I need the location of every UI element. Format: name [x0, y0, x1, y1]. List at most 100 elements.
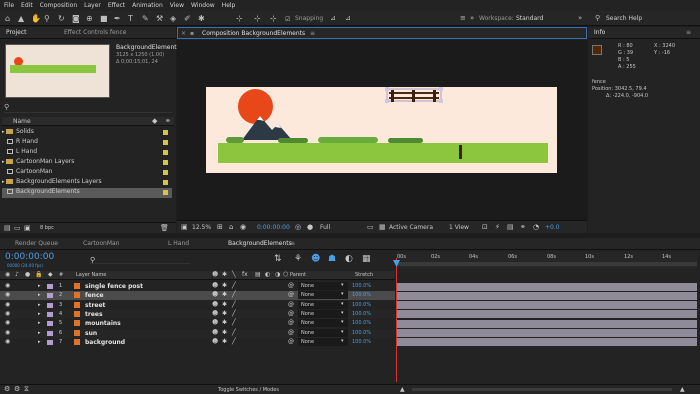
comp-mini-flowchart-icon[interactable]: ⇅	[274, 254, 282, 264]
expand-arrow-icon[interactable]: ▸	[38, 292, 41, 298]
reset-exposure-icon[interactable]: ◔	[533, 223, 539, 231]
shy-switch-icon[interactable]: ☻	[212, 338, 218, 345]
bpc-label[interactable]: 8 bpc	[40, 225, 54, 231]
layer-name[interactable]: fence	[85, 292, 104, 299]
lock-column-icon[interactable]: 🔒	[35, 271, 42, 278]
search-icon[interactable]: ⚲	[595, 14, 600, 23]
quality-column-icon[interactable]: ╲	[232, 271, 236, 278]
column-layer-name[interactable]: Layer Name	[76, 272, 106, 278]
motion-blur-column-icon[interactable]: ◐	[265, 271, 270, 278]
frame-blending-icon[interactable]: ☗	[328, 254, 336, 264]
exposure-value[interactable]: +0.0	[545, 224, 560, 231]
shy-column-icon[interactable]: ☻	[212, 271, 218, 278]
time-ruler[interactable]: 00s 02s 04s 06s 08s 10s 12s 14s	[397, 252, 697, 268]
quality-switch-icon[interactable]: ╱	[232, 310, 236, 317]
stretch-value[interactable]: 100.0%	[352, 320, 371, 326]
layer-label-color[interactable]	[47, 302, 53, 308]
shy-switch-icon[interactable]: ☻	[212, 329, 218, 336]
eye-icon[interactable]: ◉	[5, 301, 10, 308]
axis-view-icon[interactable]: ⊹	[270, 14, 277, 23]
camera-snapshot-icon[interactable]: ◎	[295, 223, 301, 231]
type-column-icon[interactable]: ⚭	[165, 117, 171, 125]
star-switch-icon[interactable]: ✱	[222, 329, 227, 336]
stretch-value[interactable]: 100.0%	[352, 283, 371, 289]
label-swatch[interactable]	[163, 130, 168, 135]
layer-label-color[interactable]	[47, 321, 53, 327]
label-swatch[interactable]	[163, 180, 168, 185]
hand-tool-icon[interactable]: ✋	[31, 14, 41, 23]
expand-arrow-icon[interactable]: ▸	[38, 311, 41, 317]
zoom-out-icon[interactable]: ▲	[400, 386, 405, 393]
region-of-interest-icon[interactable]: ▭	[367, 223, 374, 231]
always-preview-icon[interactable]: ▣	[181, 223, 188, 231]
label-swatch[interactable]	[163, 190, 168, 195]
layer-duration-bar[interactable]	[397, 282, 697, 291]
snapping-checkbox-icon[interactable]: ☑	[285, 15, 290, 24]
workspace-select[interactable]: Standard	[516, 15, 543, 22]
eye-icon[interactable]: ◉	[5, 291, 10, 298]
eye-icon[interactable]: ◉	[5, 338, 10, 345]
zoom-select[interactable]: 12.5%	[192, 224, 211, 231]
label-column-icon[interactable]: ◆	[152, 117, 157, 125]
expand-arrow-icon[interactable]: ▸	[38, 302, 41, 308]
layer-name[interactable]: sun	[85, 330, 97, 337]
project-item-solids[interactable]: ▸ Solids	[2, 128, 172, 138]
stretch-value[interactable]: 100.0%	[352, 311, 371, 317]
layer-switches-icon[interactable]: ⚙	[4, 385, 10, 393]
panel-menu-icon[interactable]: ≡	[310, 30, 315, 37]
tab-info[interactable]: Info	[594, 29, 605, 36]
resolution-select[interactable]: Full	[320, 224, 330, 231]
quality-switch-icon[interactable]: ╱	[232, 282, 236, 289]
layer-row[interactable]: ◉ ▸ 4 trees ☻ ✱ ╱ @ None ▾ 100.0%	[0, 309, 395, 319]
label-swatch[interactable]	[163, 160, 168, 165]
column-parent[interactable]: Parent	[290, 272, 306, 278]
label-swatch[interactable]	[163, 140, 168, 145]
stretch-value[interactable]: 100.0%	[352, 302, 371, 308]
graph-editor-icon[interactable]: ▦	[362, 254, 371, 264]
flowchart-icon[interactable]: ⚭	[520, 223, 526, 231]
tab-l-hand[interactable]: L Hand	[168, 240, 189, 247]
eye-icon[interactable]: ◉	[5, 310, 10, 317]
quality-switch-icon[interactable]: ╱	[232, 319, 236, 326]
layer-label-color[interactable]	[47, 293, 53, 299]
shy-switch-icon[interactable]: ☻	[212, 301, 218, 308]
project-item-l-hand[interactable]: L Hand	[2, 148, 172, 158]
layer-duration-bar[interactable]	[397, 301, 697, 310]
clone-stamp-icon[interactable]: ⚒	[156, 14, 163, 23]
project-search-input[interactable]: ⚲	[4, 103, 172, 113]
layer-name[interactable]: mountains	[85, 320, 121, 327]
shy-switch-icon[interactable]: ☻	[212, 319, 218, 326]
layer-row[interactable]: ◉ ▸ 6 sun ☻ ✱ ╱ @ None ▾ 100.0%	[0, 328, 395, 338]
axis-local-icon[interactable]: ⊹	[236, 14, 243, 23]
search-help-input[interactable]: Search Help	[606, 15, 642, 22]
camera-tool-icon[interactable]: ◙	[72, 14, 80, 23]
pen-tool-icon[interactable]: ✒	[114, 14, 121, 23]
stretch-value[interactable]: 100.0%	[352, 339, 371, 345]
menu-window[interactable]: Window	[191, 2, 215, 9]
shy-switch-icon[interactable]: ☻	[212, 282, 218, 289]
expand-arrow-icon[interactable]: ▸	[38, 283, 41, 289]
lock-icon[interactable]: ▪	[190, 30, 194, 37]
expand-arrow-icon[interactable]: ▸	[38, 330, 41, 336]
star-switch-icon[interactable]: ✱	[222, 301, 227, 308]
in-out-icon[interactable]: ⧖	[24, 385, 29, 394]
workspace-menu-icon[interactable]: ≡	[460, 14, 466, 23]
project-item-cartoonman[interactable]: CartoonMan	[2, 168, 172, 178]
project-item-bg-layers[interactable]: ▸ BackgroundElements Layers	[2, 178, 172, 188]
menu-view[interactable]: View	[170, 2, 184, 9]
layer-name[interactable]: background	[85, 339, 125, 346]
star-switch-icon[interactable]: ✱	[222, 282, 227, 289]
quality-switch-icon[interactable]: ╱	[232, 301, 236, 308]
pickwhip-icon[interactable]: @	[288, 291, 294, 298]
trash-icon[interactable]: 🗑	[160, 224, 169, 232]
tab-cartoonman[interactable]: CartoonMan	[83, 240, 120, 247]
eye-icon[interactable]: ◉	[5, 329, 10, 336]
project-item-r-hand[interactable]: R Hand	[2, 138, 172, 148]
pan-behind-tool-icon[interactable]: ⊕	[86, 14, 93, 23]
rectangle-tool-icon[interactable]: ■	[100, 14, 108, 23]
menu-help[interactable]: Help	[222, 2, 236, 9]
playhead[interactable]	[396, 258, 397, 382]
work-area-bar[interactable]	[397, 262, 697, 266]
solo-column-icon[interactable]: ●	[25, 271, 30, 278]
column-name[interactable]: Name	[13, 118, 31, 125]
